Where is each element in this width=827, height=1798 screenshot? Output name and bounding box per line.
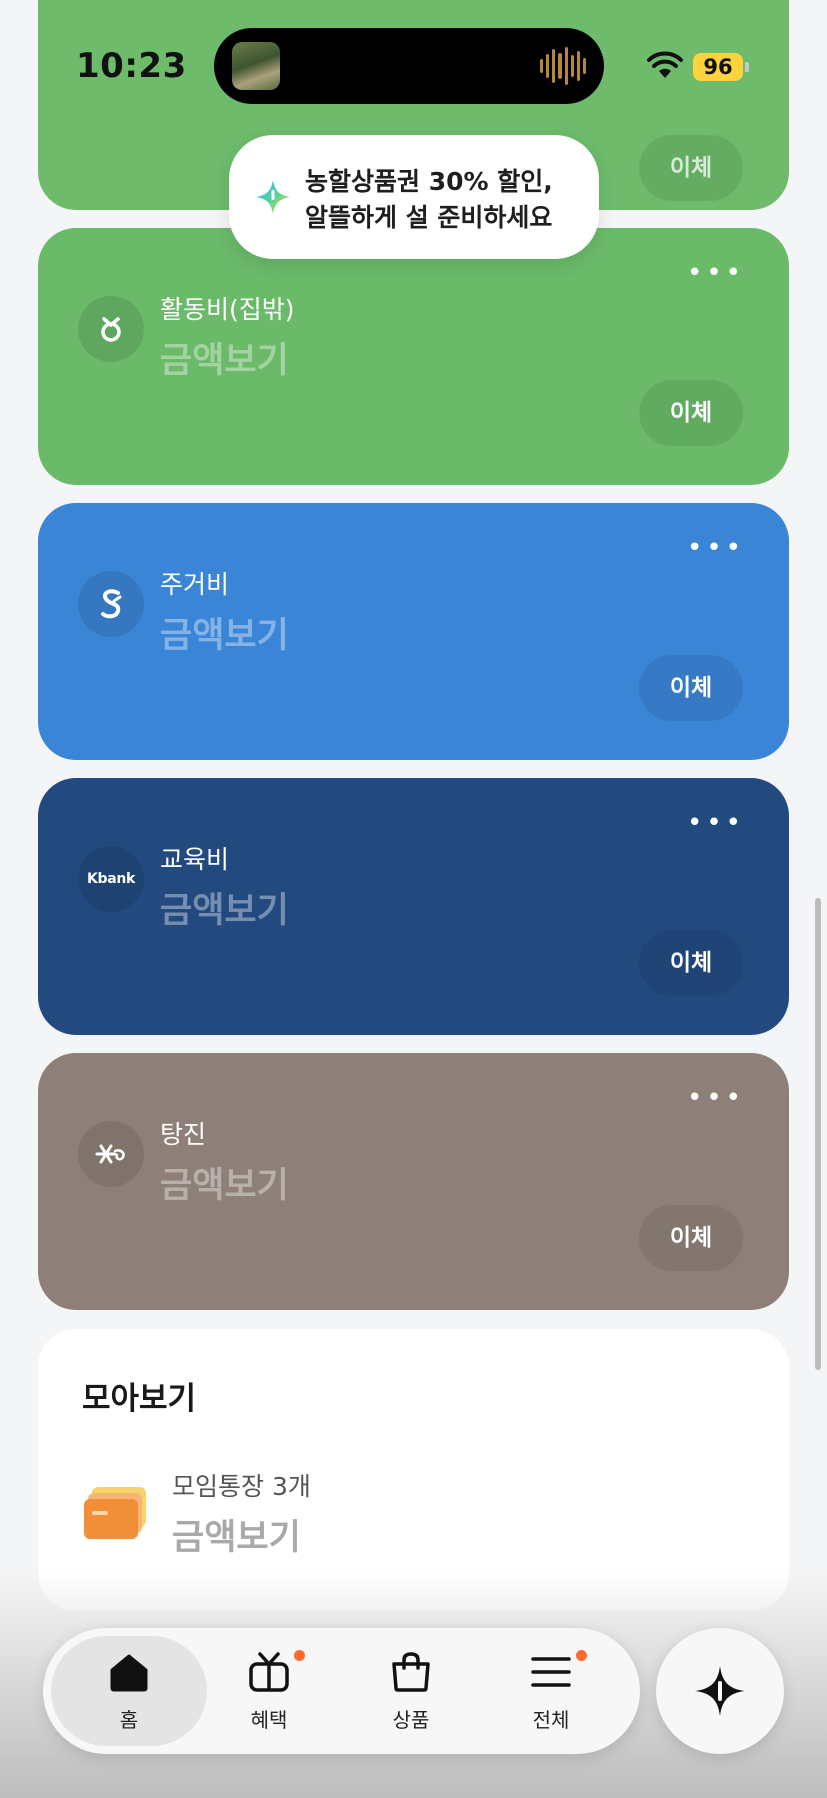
transfer-button[interactable]: 이체 — [639, 655, 743, 721]
account-card-activity[interactable]: 활동비(집밖) 금액보기 ••• 이체 — [38, 228, 789, 485]
promo-toast[interactable]: 농할상품권 30% 할인, 알뜰하게 설 준비하세요 — [229, 135, 599, 259]
tab-label: 상품 — [392, 1708, 430, 1732]
notification-badge — [576, 1650, 587, 1661]
scrollbar[interactable] — [815, 898, 821, 1370]
tab-label: 홈 — [119, 1708, 139, 1732]
status-time: 10:23 — [76, 46, 187, 86]
bank-logo-icon — [78, 296, 144, 362]
more-options-icon[interactable]: ••• — [687, 535, 745, 561]
transfer-button[interactable]: 이체 — [639, 380, 743, 446]
transfer-button[interactable]: 이체 — [639, 1205, 743, 1271]
account-amount[interactable]: 금액보기 — [160, 882, 289, 933]
tab-label: 혜택 — [250, 1708, 288, 1732]
transfer-button[interactable]: 이체 — [639, 930, 743, 996]
group-account-count[interactable]: 모임통장 3개 — [172, 1467, 311, 1503]
transfer-button[interactable]: 이체 — [639, 135, 743, 201]
battery-indicator: 96 — [693, 53, 743, 81]
shopping-bag-icon — [392, 1652, 430, 1692]
bank-logo-icon — [78, 571, 144, 637]
account-name: 주거비 — [160, 570, 230, 599]
kbank-logo-icon: Kbank — [78, 846, 144, 912]
sparkle-icon — [256, 180, 290, 214]
battery-tip — [745, 62, 749, 72]
tab-home[interactable]: 홈 — [51, 1636, 207, 1746]
dynamic-island[interactable] — [214, 28, 604, 104]
wifi-icon — [647, 51, 683, 78]
more-options-icon[interactable]: ••• — [687, 260, 745, 286]
audio-wave-icon — [540, 46, 586, 86]
summary-title: 모아보기 — [82, 1381, 197, 1417]
status-bar: 10:23 96 — [0, 0, 827, 130]
summary-section: 모아보기 모임통장 3개 금액보기 — [38, 1329, 789, 1611]
tab-label: 전체 — [532, 1708, 570, 1732]
group-account-amount[interactable]: 금액보기 — [172, 1509, 301, 1560]
account-amount[interactable]: 금액보기 — [160, 1157, 289, 1208]
account-card-education[interactable]: Kbank 교육비 금액보기 ••• 이체 — [38, 778, 789, 1035]
home-icon — [110, 1654, 148, 1692]
gift-icon — [249, 1652, 289, 1692]
account-name: 탕진 — [160, 1120, 207, 1149]
account-name: 활동비(집밖) — [160, 295, 295, 324]
now-playing-thumbnail — [232, 42, 280, 90]
toast-text-line1: 농할상품권 30% 할인, — [305, 167, 553, 196]
tab-benefit[interactable]: 혜택 — [191, 1636, 347, 1746]
toast-text-line2: 알뜰하게 설 준비하세요 — [305, 203, 553, 232]
sparkle-icon — [695, 1666, 745, 1716]
menu-icon — [531, 1657, 571, 1687]
account-amount[interactable]: 금액보기 — [160, 607, 289, 658]
notification-badge — [294, 1650, 305, 1661]
more-options-icon[interactable]: ••• — [687, 1085, 745, 1111]
wallet-cards-icon — [84, 1487, 148, 1541]
bank-logo-icon — [78, 1121, 144, 1187]
ai-assistant-button[interactable] — [656, 1628, 784, 1754]
account-card-housing[interactable]: 주거비 금액보기 ••• 이체 — [38, 503, 789, 760]
more-options-icon[interactable]: ••• — [687, 810, 745, 836]
account-name: 교육비 — [160, 845, 230, 874]
tab-product[interactable]: 상품 — [333, 1636, 489, 1746]
account-amount[interactable]: 금액보기 — [160, 332, 289, 383]
tab-bar: 홈 혜택 상품 전체 — [43, 1628, 640, 1754]
account-card-splurge[interactable]: 탕진 금액보기 ••• 이체 — [38, 1053, 789, 1310]
tab-all[interactable]: 전체 — [473, 1636, 629, 1746]
